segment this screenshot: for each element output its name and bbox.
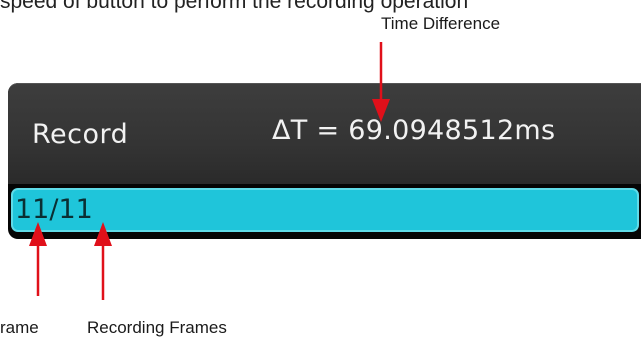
- clipped-instruction-text: speed of button to perform the recording…: [0, 0, 641, 15]
- clipped-instruction-line: speed of button to perform the recording…: [0, 0, 469, 13]
- recording-progress-bar: 11/11: [11, 188, 639, 232]
- callout-recording-frames: Recording Frames: [87, 318, 227, 337]
- callout-current-frame: rame: [0, 318, 39, 337]
- record-status-panel: Record ΔT = 69.0948512ms 11/11: [8, 83, 641, 239]
- recording-progress-fill: [13, 190, 637, 230]
- time-difference-readout: ΔT = 69.0948512ms: [272, 115, 556, 146]
- callout-time-difference: Time Difference: [381, 14, 501, 33]
- frame-counter: 11/11: [15, 194, 93, 225]
- record-header-bar: Record ΔT = 69.0948512ms: [8, 83, 641, 184]
- record-label: Record: [32, 119, 129, 150]
